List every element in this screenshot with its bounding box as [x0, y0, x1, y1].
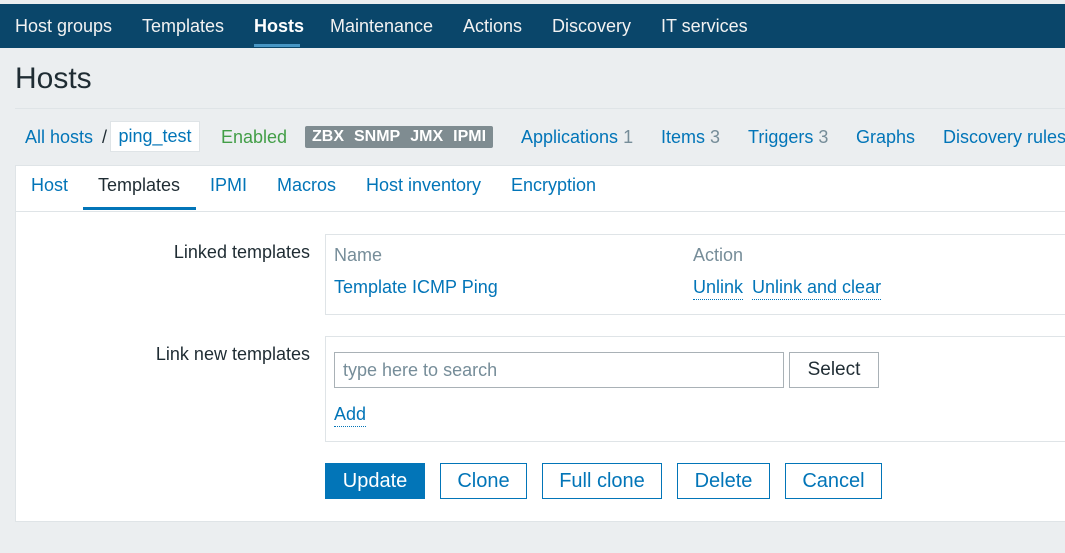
tabs-divider — [16, 211, 1065, 212]
linked-templates-label: Linked templates — [173, 242, 310, 262]
page-title: Hosts — [15, 62, 92, 95]
delete-button[interactable]: Delete — [677, 463, 770, 499]
clone-button[interactable]: Clone — [440, 463, 527, 499]
breadcrumb-current-host[interactable]: ping_test — [110, 121, 200, 152]
nav-hosts[interactable]: Hosts — [254, 4, 304, 48]
column-header-action: Action — [693, 245, 744, 265]
column-header-name: Name — [334, 245, 383, 265]
nav-discovery[interactable]: Discovery — [552, 4, 631, 48]
nav-maintenance[interactable]: Maintenance — [330, 4, 433, 48]
tab-host-inventory[interactable]: Host inventory — [366, 175, 481, 196]
active-tab-indicator — [83, 207, 196, 210]
breadcrumb-discovery-rules[interactable]: Discovery rules — [943, 126, 1065, 148]
add-template-link[interactable]: Add — [334, 404, 367, 427]
breadcrumb-graphs[interactable]: Graphs — [856, 126, 915, 148]
unlink-and-clear-button[interactable]: Unlink and clear — [752, 277, 882, 300]
interface-badge-ipmi: IPMI — [453, 128, 487, 145]
interface-badge-snmp: SNMP — [354, 128, 401, 145]
breadcrumb-items[interactable]: Items 3 — [661, 126, 720, 148]
interface-badge-zbx: ZBX — [312, 128, 344, 145]
breadcrumb-separator: / — [102, 127, 108, 147]
applications-count: 1 — [623, 127, 634, 147]
applications-link[interactable]: Applications — [521, 127, 618, 147]
tab-encryption[interactable]: Encryption — [511, 175, 596, 196]
tab-host[interactable]: Host — [31, 175, 68, 196]
nav-active-indicator — [254, 44, 300, 47]
top-navigation: Host groups Templates Hosts Maintenance … — [0, 0, 1065, 48]
nav-host-groups[interactable]: Host groups — [15, 4, 112, 48]
breadcrumb-all-hosts[interactable]: All hosts — [25, 126, 93, 148]
items-link[interactable]: Items — [661, 127, 705, 147]
cancel-button[interactable]: Cancel — [785, 463, 882, 499]
host-status-enabled[interactable]: Enabled — [221, 126, 287, 148]
link-new-templates-label: Link new templates — [155, 344, 310, 364]
nav-templates[interactable]: Templates — [142, 4, 224, 48]
breadcrumb-applications[interactable]: Applications 1 — [521, 126, 633, 148]
interface-badge-jmx: JMX — [410, 128, 444, 145]
unlink-button[interactable]: Unlink — [693, 277, 744, 300]
select-button[interactable]: Select — [789, 352, 879, 388]
full-clone-button[interactable]: Full clone — [542, 463, 662, 499]
nav-it-services[interactable]: IT services — [661, 4, 748, 48]
tab-macros[interactable]: Macros — [277, 175, 336, 196]
tab-ipmi[interactable]: IPMI — [210, 175, 247, 196]
triggers-count: 3 — [818, 127, 829, 147]
update-button[interactable]: Update — [325, 463, 425, 499]
template-name-link[interactable]: Template ICMP Ping — [334, 277, 498, 298]
tab-templates[interactable]: Templates — [98, 175, 180, 196]
breadcrumb-triggers[interactable]: Triggers 3 — [748, 126, 828, 148]
title-divider — [15, 108, 1065, 109]
items-count: 3 — [710, 127, 721, 147]
interface-badges: ZBX SNMP JMX IPMI — [305, 126, 494, 148]
template-search-input[interactable] — [334, 352, 784, 388]
triggers-link[interactable]: Triggers — [748, 127, 813, 147]
nav-actions[interactable]: Actions — [463, 4, 522, 48]
